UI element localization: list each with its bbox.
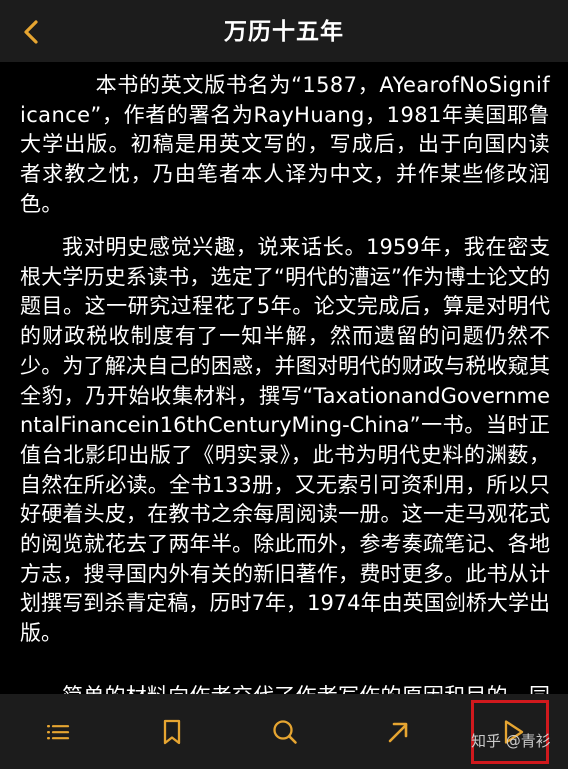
list-icon [47,725,70,740]
search-icon [273,720,297,744]
paragraph-2: 我对明史感觉兴趣，说来话长。1959年，我在密支根大学历史系读书，选定了“明代的… [20,235,550,646]
bookmark-button[interactable] [156,716,188,748]
jump-button[interactable] [382,716,414,748]
watermark: 知乎 @青衫 [471,732,551,750]
paragraph-1: 本书的英文版书名为“1587，AYearofNoSignificance”，作者… [20,73,550,216]
reading-content[interactable]: 本书的英文版书名为“1587，AYearofNoSignificance”，作者… [0,62,568,694]
search-button[interactable] [269,716,301,748]
top-bar: 万历十五年 [0,0,568,62]
page-title: 万历十五年 [224,19,344,45]
arrow-up-right-icon [388,722,408,743]
paragraph-3-partial: 简单的材料向作者交代了作者写作的原因和目的，同时也交代了本书 [20,682,550,694]
table-of-contents-button[interactable] [42,716,74,748]
bookmark-icon [163,719,181,745]
reader-app: 万历十五年 本书的英文版书名为“1587，AYearofNoSignifican… [0,0,568,769]
